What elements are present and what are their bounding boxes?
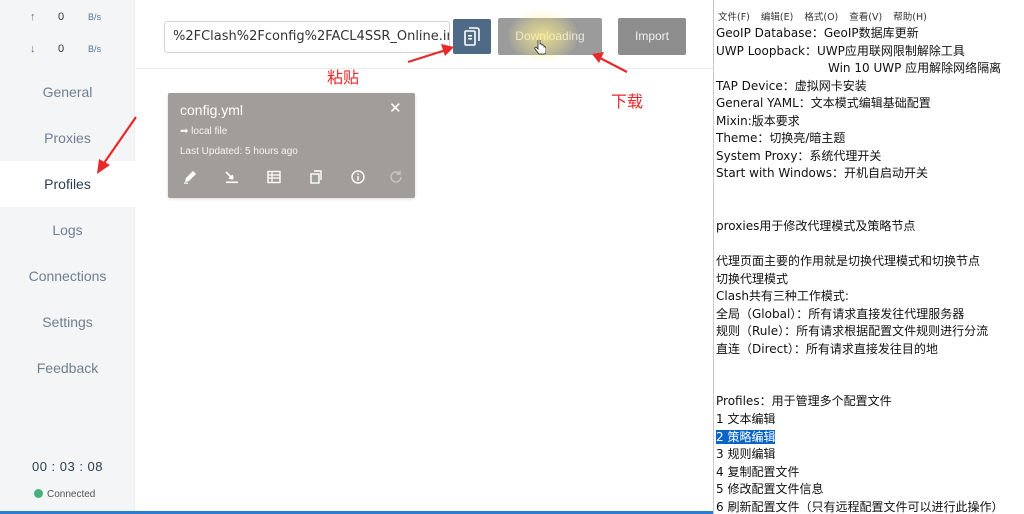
text-line	[716, 183, 1024, 201]
text-line: 6 刷新配置文件（只有远程配置文件可以进行此操作）	[716, 499, 1004, 514]
text-line: 4 复制配置文件	[716, 464, 800, 479]
text-line: GeoIP Database：GeoIP数据库更新	[716, 26, 919, 40]
text-line: 直连（Direct）：所有请求直接发往目的地	[716, 341, 938, 356]
arrow-to-profiles-head	[97, 159, 110, 174]
arrow-to-download-head	[592, 52, 604, 63]
text-line: 切换代理模式	[716, 271, 789, 286]
text-line	[716, 376, 1024, 394]
notepad-window: 文件(F) 编辑(E) 格式(O) 查看(V) 帮助(H) GeoIP Data…	[713, 0, 1024, 514]
arrow-to-profiles	[101, 116, 137, 167]
text-line: Profiles：用于管理多个配置文件	[716, 394, 892, 409]
annotation-download: 下载	[611, 92, 644, 111]
selected-text: 2 策略编辑	[716, 429, 776, 444]
text-line	[716, 200, 1024, 218]
screen: ↑ 0 B/s ↓ 0 B/s General Proxies Profiles…	[0, 0, 1024, 514]
notepad-menubar: 文件(F) 编辑(E) 格式(O) 查看(V) 帮助(H)	[714, 9, 1024, 25]
menu-format[interactable]: 格式(O)	[804, 12, 838, 23]
arrow-to-paste	[407, 48, 447, 64]
text-line: Clash共有三种工作模式:	[716, 289, 849, 304]
text-line: Win 10 UWP 应用解除网络隔离	[828, 61, 1002, 76]
menu-edit[interactable]: 编辑(E)	[761, 12, 793, 23]
text-line	[716, 236, 1024, 254]
text-line: 全局（Global）：所有请求直接发往代理服务器	[716, 306, 965, 321]
text-line: proxies用于修改代理模式及策略节点	[716, 219, 916, 234]
text-line: 规则（Rule）：所有请求根据配置文件规则进行分流	[716, 324, 989, 339]
text-line: 3 规则编辑	[716, 447, 776, 462]
text-line: Start with Windows：开机自启动开关	[716, 166, 928, 181]
text-line: 代理页面主要的作用就是切换代理模式和切换节点	[716, 254, 981, 269]
menu-file[interactable]: 文件(F)	[718, 12, 750, 23]
text-line: General YAML：文本模式编辑基础配置	[716, 96, 931, 111]
menu-help[interactable]: 帮助(H)	[893, 12, 927, 23]
menu-view[interactable]: 查看(V)	[849, 12, 882, 23]
annotation-paste: 粘贴	[327, 68, 360, 87]
text-line: 1 文本编辑	[716, 412, 776, 427]
notepad-text-area[interactable]: GeoIP Database：GeoIP数据库更新 UWP Loopback：U…	[716, 25, 1024, 514]
text-line: 5 修改配置文件信息	[716, 482, 824, 497]
text-line: Theme：切换亮/暗主题	[716, 131, 846, 146]
text-line-selected: 2 策略编辑	[716, 429, 1024, 447]
text-line	[716, 358, 1024, 376]
text-line: UWP Loopback：UWP应用联网限制解除工具	[716, 43, 965, 58]
arrow-to-download	[599, 57, 628, 73]
text-line: TAP Device：虚拟网卡安装	[716, 78, 867, 93]
text-line: Mixin:版本要求	[716, 113, 800, 128]
text-line: System Proxy：系统代理开关	[716, 148, 882, 163]
